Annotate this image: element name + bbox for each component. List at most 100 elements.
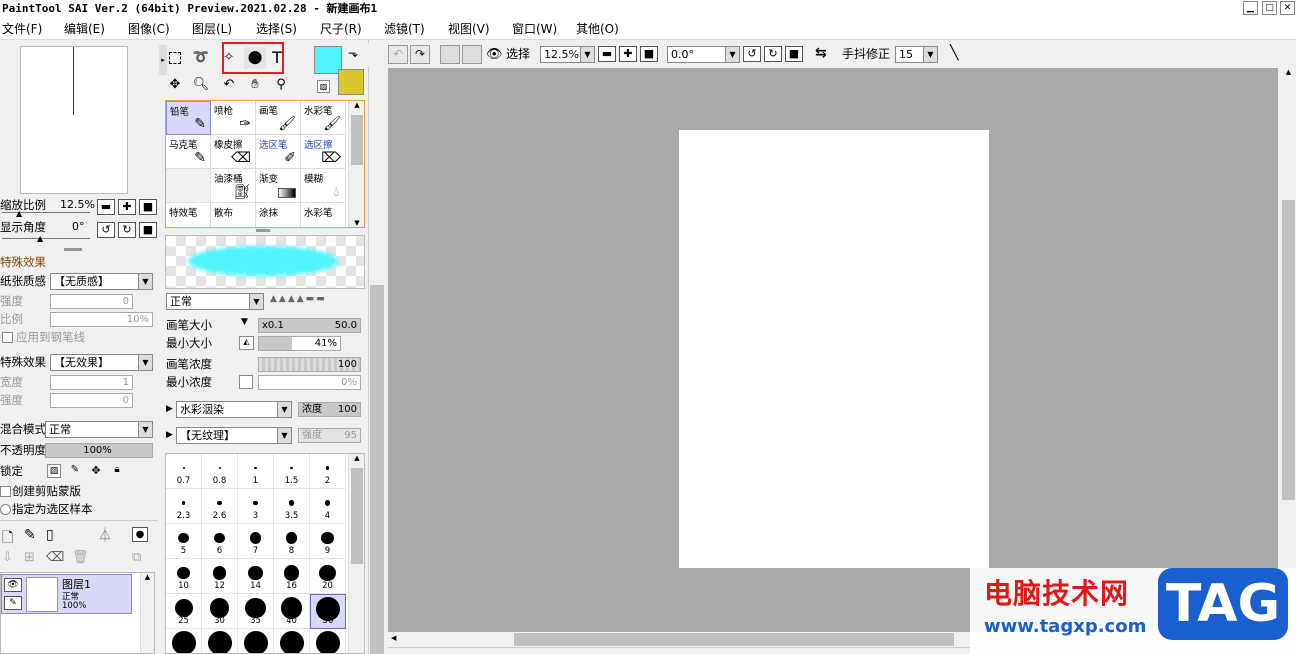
layer-scrollbar[interactable]: ▲ xyxy=(140,573,154,653)
brush-size-cell[interactable]: 12 xyxy=(202,559,238,594)
zoom-in-button[interactable]: ✚ xyxy=(118,199,136,215)
brush-size-cell[interactable]: 40 xyxy=(274,594,310,629)
brush-size-cell[interactable]: 120 xyxy=(310,629,346,653)
brush-size-cell[interactable]: 70 xyxy=(202,629,238,653)
brush-size-cell[interactable]: 4 xyxy=(310,489,346,524)
brush-tool-eraser[interactable]: 橡皮擦 ⌫ xyxy=(211,135,256,169)
sample-radio[interactable] xyxy=(0,504,11,515)
brush-size-cell[interactable]: 7 xyxy=(238,524,274,559)
canvas-paper[interactable] xyxy=(679,130,989,568)
flip-horizontal-icon[interactable]: ⇆ xyxy=(815,45,827,61)
zoom-reset-button[interactable]: ■ xyxy=(139,199,157,215)
brush-size-cell[interactable]: 25 xyxy=(166,594,202,629)
scale-field[interactable]: 10% xyxy=(50,312,153,327)
paper-texture-select[interactable]: 【无质感】 ▼ xyxy=(50,273,153,290)
brush-tool-pencil[interactable]: 铅笔 ✎ xyxy=(166,101,211,135)
brush-size-cell[interactable]: 20 xyxy=(310,559,346,594)
zoom-slider-thumb[interactable]: ▲ xyxy=(16,209,22,218)
brush-grid-scrollbar[interactable]: ▲ ▼ xyxy=(348,101,364,227)
line-tool-icon[interactable]: ╲ xyxy=(950,45,958,61)
blend-mode-select[interactable]: 正常 ▼ xyxy=(45,421,153,438)
brush-tool-gradient[interactable]: 渐变 xyxy=(256,169,301,203)
brush-size-cell[interactable]: 1.5 xyxy=(274,454,310,489)
brush-size-cell[interactable]: 6 xyxy=(202,524,238,559)
clip-mask-checkbox[interactable] xyxy=(0,486,11,497)
brush-tool-empty[interactable] xyxy=(166,169,211,203)
brush-size-cell[interactable]: 3 xyxy=(238,489,274,524)
min-size-slider[interactable]: 41% xyxy=(258,336,341,351)
menu-filter[interactable]: 滤镜(T) xyxy=(384,21,425,37)
brush-size-cell[interactable]: 60 xyxy=(166,629,202,653)
rotate-left-button[interactable]: ↺ xyxy=(97,222,115,238)
brush-size-cell[interactable]: 100 xyxy=(274,629,310,653)
pressure-icon[interactable]: ◭ xyxy=(239,336,254,350)
mask-icon[interactable]: ● xyxy=(132,527,148,542)
hand-icon[interactable]: ✋︎ xyxy=(244,74,266,96)
rotate-reset-button[interactable]: ■ xyxy=(139,222,157,238)
brush-shape-buttons[interactable]: ▲▲▲▲▬▬ xyxy=(270,294,362,310)
blend-density-slider[interactable]: 浓度 100 xyxy=(298,402,361,417)
swap-colors-icon[interactable]: ⬎ xyxy=(348,46,358,60)
angle-slider-thumb[interactable]: ▲ xyxy=(37,234,43,243)
pen-icon[interactable]: ✎ xyxy=(4,596,22,610)
rotate-right-button[interactable]: ↻ xyxy=(118,222,136,238)
brush-size-cell[interactable]: 2.3 xyxy=(166,489,202,524)
min-density-checkbox[interactable] xyxy=(239,375,253,389)
brush-size-cell[interactable]: 5 xyxy=(166,524,202,559)
brush-size-cell[interactable]: 9 xyxy=(310,524,346,559)
brush-density-slider[interactable]: 100 xyxy=(258,357,361,372)
menu-layer[interactable]: 图层(L) xyxy=(192,21,232,37)
brush-tool-blur[interactable]: 模糊 💧︎ xyxy=(301,169,346,203)
brush-tool-airbrush[interactable]: 喷枪 ✑ xyxy=(211,101,256,135)
menu-other[interactable]: 其他(O) xyxy=(576,21,619,37)
effect-select[interactable]: 【无效果】 ▼ xyxy=(50,354,153,371)
menu-select[interactable]: 选择(S) xyxy=(256,21,297,37)
strength-field[interactable]: 0 xyxy=(50,294,133,309)
width-field[interactable]: 1 xyxy=(50,375,133,390)
lock-all-icon[interactable]: 🔒︎ xyxy=(110,464,124,478)
brush-size-cell[interactable]: 35 xyxy=(238,594,274,629)
lock-paint-icon[interactable]: ✎ xyxy=(68,464,82,478)
canvas-zoom-in-button[interactable]: ✚ xyxy=(619,46,637,62)
menu-file[interactable]: 文件(F) xyxy=(2,21,42,37)
brush-size-slider[interactable]: x0.1 50.0 xyxy=(258,318,361,333)
brush-tool-scatter[interactable]: 散布 xyxy=(211,203,256,227)
stabilizer-select[interactable]: 15 ▼ xyxy=(895,46,938,63)
new-pen-layer-icon[interactable]: ✎ xyxy=(24,527,36,543)
menu-image[interactable]: 图像(C) xyxy=(128,21,170,37)
new-layer-icon[interactable]: 🗋︎ xyxy=(2,527,13,551)
canvas-rotate-right-button[interactable]: ↻ xyxy=(764,46,782,62)
brush-size-cell[interactable]: 0.8 xyxy=(202,454,238,489)
brush-tool-fx[interactable]: 特效笔 xyxy=(166,203,211,227)
tool-panel-scrollbar[interactable]: ◀ xyxy=(368,40,386,654)
brush-tool-brush[interactable]: 画笔 🖌︎ xyxy=(256,101,301,135)
canvas-zoom-reset-button[interactable]: ■ xyxy=(640,46,658,62)
transfer-down-icon[interactable]: ⇩ xyxy=(2,550,13,565)
close-button[interactable]: ✕ xyxy=(1280,1,1295,15)
brush-tool-selerase[interactable]: 选区擦 ⌦ xyxy=(301,135,346,169)
canvas-rotate-left-button[interactable]: ↺ xyxy=(743,46,761,62)
menu-view[interactable]: 视图(V) xyxy=(448,21,490,37)
brush-size-cell[interactable]: 2 xyxy=(310,454,346,489)
brush-tool-selpen[interactable]: 选区笔 ✐ xyxy=(256,135,301,169)
size-dropdown-icon[interactable]: ▼ xyxy=(241,317,248,327)
navigator-preview[interactable] xyxy=(20,46,128,194)
maximize-button[interactable]: □ xyxy=(1262,1,1277,15)
menu-window[interactable]: 窗口(W) xyxy=(512,21,557,37)
apply-pen-checkbox[interactable] xyxy=(2,332,13,343)
brush-size-cell[interactable]: 3.5 xyxy=(274,489,310,524)
minimize-button[interactable]: ▁ xyxy=(1243,1,1258,15)
menu-edit[interactable]: 编辑(E) xyxy=(64,21,105,37)
lock-move-icon[interactable]: ✥ xyxy=(89,464,103,478)
layer-effect-icon[interactable]: ⏃ xyxy=(98,525,112,545)
panel-splitter[interactable] xyxy=(256,229,270,232)
texture-strength-slider[interactable]: 强度 95 xyxy=(298,428,361,443)
delete-layer-icon[interactable]: 🗑︎ xyxy=(72,550,89,565)
expand-texture-icon[interactable]: ▶ xyxy=(166,430,173,440)
brush-tool-bucket[interactable]: 油漆桶 ⛽︎ xyxy=(211,169,256,203)
merge-down-icon[interactable]: ⊞ xyxy=(24,550,35,565)
layer-row[interactable]: 👁︎ ✎ 图层1 正常 100% xyxy=(1,574,132,614)
brush-size-cell[interactable]: 80 xyxy=(238,629,274,653)
transparent-color-icon[interactable]: ▨ xyxy=(317,80,330,93)
brush-tool-watercolor2[interactable]: 水彩笔 xyxy=(301,203,346,227)
